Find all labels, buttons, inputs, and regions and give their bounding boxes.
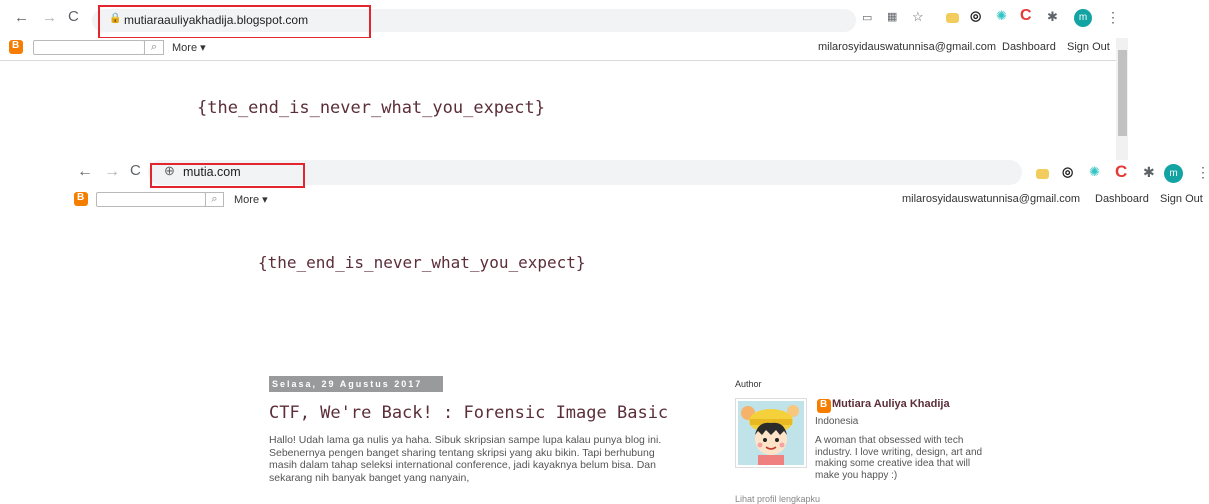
blog-header-flag: {the_end_is_never_what_you_expect} [197, 98, 545, 118]
search-icon[interactable]: ⌕ [205, 192, 224, 207]
navbar-divider [0, 60, 1116, 61]
folder-extension-icon[interactable] [946, 13, 959, 23]
puzzle-extension-icon[interactable]: ✱ [1143, 164, 1155, 181]
avatar-illustration [738, 401, 804, 465]
post-paragraph-line: Sebenernya pengen banget sharing tentang… [269, 446, 655, 459]
blogger-navbar-2: ⌕ More ▾ milarosyidauswatunnisa@gmail.co… [66, 190, 1209, 210]
blogger-navbar-1: ⌕ More ▾ milarosyidauswatunnisa@gmail.co… [0, 38, 1116, 58]
openai-extension-icon[interactable]: ◎ [970, 8, 981, 24]
author-location: Indonesia [815, 416, 859, 427]
back-arrow-icon[interactable]: ← [14, 10, 29, 26]
post-date: Selasa, 29 Agustus 2017 [269, 376, 443, 392]
blog-header-flag: {the_end_is_never_what_you_expect} [258, 253, 586, 272]
menu-dots-icon[interactable]: ⋮ [1106, 9, 1120, 26]
openai-extension-icon[interactable]: ◎ [1062, 164, 1073, 180]
author-avatar[interactable] [735, 398, 807, 468]
red-c-extension-icon[interactable]: C [1020, 7, 1032, 25]
cast-icon[interactable]: ▭ [862, 11, 872, 24]
highlight-box [150, 163, 305, 188]
blogger-logo-icon[interactable] [74, 192, 88, 206]
more-menu[interactable]: More ▾ [234, 193, 268, 206]
author-description: A woman that obsessed with tech industry… [815, 435, 983, 481]
blogger-logo-icon[interactable] [9, 40, 23, 54]
react-extension-icon[interactable]: ✺ [996, 8, 1007, 24]
menu-dots-icon[interactable]: ⋮ [1196, 164, 1209, 181]
sign-out-link[interactable]: Sign Out [1067, 41, 1110, 53]
profile-avatar[interactable]: m [1164, 164, 1183, 183]
blog-search-input[interactable] [33, 40, 145, 55]
reload-icon[interactable]: C [130, 163, 141, 179]
profile-avatar[interactable]: m [1074, 9, 1092, 27]
post-body: Hallo! Udah lama ga nulis ya haha. Sibuk… [269, 434, 699, 484]
folder-extension-icon[interactable] [1036, 169, 1049, 179]
author-name[interactable]: Mutiara Auliya Khadija [832, 398, 950, 410]
react-extension-icon[interactable]: ✺ [1089, 164, 1100, 180]
post-paragraph-line: masih dalam tahap seleksi international … [269, 459, 656, 471]
bookmark-star-icon[interactable]: ☆ [912, 9, 924, 25]
browser-toolbar-1: ← → C 🔒 mutiaraauliyakhadija.blogspot.co… [0, 0, 1209, 39]
highlight-box [98, 5, 371, 39]
qr-icon[interactable]: ▦ [887, 10, 897, 23]
forward-arrow-icon[interactable]: → [104, 164, 120, 180]
back-arrow-icon[interactable]: ← [77, 164, 93, 180]
user-email: milarosyidauswatunnisa@gmail.com [818, 41, 997, 53]
author-heading: Author [735, 379, 762, 389]
post-title[interactable]: CTF, We're Back! : Forensic Image Basic [269, 403, 668, 423]
search-icon[interactable]: ⌕ [144, 40, 164, 55]
dashboard-link[interactable]: Dashboard [1095, 193, 1149, 205]
red-c-extension-icon[interactable]: C [1115, 162, 1127, 182]
scrollbar-thumb[interactable] [1118, 50, 1127, 136]
more-menu[interactable]: More ▾ [172, 41, 206, 54]
forward-arrow-icon[interactable]: → [42, 10, 57, 26]
reload-icon[interactable]: C [68, 9, 79, 25]
dashboard-link[interactable]: Dashboard [1002, 41, 1056, 53]
sign-out-link[interactable]: Sign Out [1160, 193, 1203, 205]
post-paragraph-line: Hallo! Udah lama ga nulis ya haha. Sibuk… [269, 434, 662, 446]
profile-link[interactable]: Lihat profil lengkapku [735, 494, 820, 504]
puzzle-extension-icon[interactable]: ✱ [1047, 9, 1058, 25]
post-paragraph-line: sekarang nih banyak banget yang nanyain, [269, 471, 470, 484]
blog-search-input[interactable] [96, 192, 206, 207]
blogger-profile-icon [817, 399, 831, 413]
user-email: milarosyidauswatunnisa@gmail.com [902, 193, 1081, 205]
